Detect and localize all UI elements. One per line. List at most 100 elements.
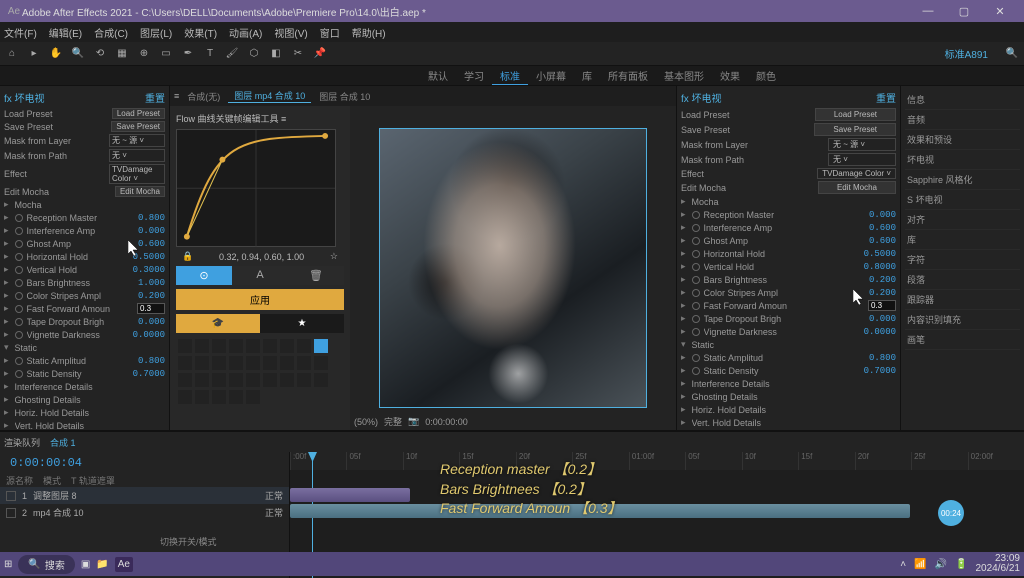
preset-button[interactable]: Load Preset — [112, 108, 165, 119]
preset-14[interactable] — [246, 356, 260, 370]
r-mocha-group[interactable]: Mocha — [692, 197, 896, 207]
param-value[interactable]: 0.800 — [138, 356, 165, 366]
param-value[interactable]: 0.200 — [138, 291, 165, 301]
ws-tab-6[interactable]: 基本图形 — [656, 66, 712, 85]
stopwatch-icon[interactable] — [15, 292, 23, 300]
zoom-level[interactable]: (50%) — [354, 417, 378, 427]
puppet-tool-icon[interactable]: 📌 — [312, 46, 328, 62]
dropdown[interactable]: TVDamage Color ˅ — [817, 168, 896, 179]
expand-icon[interactable]: ▸ — [681, 222, 686, 233]
stopwatch-icon[interactable] — [692, 328, 700, 336]
param-value[interactable]: 0.800 — [138, 213, 165, 223]
stopwatch-icon[interactable] — [692, 224, 700, 232]
expand-icon[interactable]: ▸ — [4, 264, 9, 275]
preset-21[interactable] — [212, 373, 226, 387]
stopwatch-icon[interactable] — [15, 214, 23, 222]
menu-window[interactable]: 窗口 — [320, 25, 340, 40]
layer-bar-1[interactable] — [290, 488, 410, 502]
hand-tool-icon[interactable]: ✋ — [48, 46, 64, 62]
expand-icon[interactable]: ▸ — [4, 251, 9, 262]
stopwatch-icon[interactable] — [692, 263, 700, 271]
stopwatch-icon[interactable] — [15, 279, 23, 287]
expand-icon[interactable]: ▸ — [681, 235, 686, 246]
l-detail-0[interactable]: ▸Interference Details — [4, 380, 165, 393]
panel-menu-icon[interactable]: ≡ — [174, 91, 179, 101]
param-input[interactable] — [868, 300, 896, 311]
expand-icon[interactable]: ▸ — [4, 381, 9, 392]
stopwatch-icon[interactable] — [692, 302, 700, 310]
dropdown[interactable]: 无 ~ 源 ˅ — [828, 138, 896, 151]
expand-icon[interactable]: ▸ — [4, 238, 9, 249]
param-value[interactable]: 0.000 — [869, 210, 896, 220]
minimize-button[interactable]: — — [910, 5, 946, 17]
param-value[interactable]: 0.200 — [869, 275, 896, 285]
eye-icon[interactable] — [6, 508, 16, 518]
menu-view[interactable]: 视图(V) — [274, 25, 307, 40]
stopwatch-icon[interactable] — [15, 253, 23, 261]
shape-tool-icon[interactable]: ▭ — [158, 46, 174, 62]
ec-reset[interactable]: 重置 — [145, 90, 165, 105]
param-value[interactable]: 0.600 — [138, 239, 165, 249]
side-section-11[interactable]: 内容识别填充 — [905, 310, 1020, 330]
expand-icon[interactable]: ▸ — [681, 404, 686, 415]
camera-icon[interactable]: 📷 — [408, 416, 419, 427]
roto-tool-icon[interactable]: ✂ — [290, 46, 306, 62]
curve-a-btn[interactable]: A — [232, 266, 288, 285]
preset-28[interactable] — [178, 390, 192, 404]
preset-23[interactable] — [246, 373, 260, 387]
param-value[interactable]: 0.8000 — [864, 262, 896, 272]
preset-19[interactable] — [178, 373, 192, 387]
stopwatch-icon[interactable] — [692, 276, 700, 284]
menu-layer[interactable]: 图层(L) — [140, 25, 172, 40]
static-group[interactable]: Static — [15, 343, 165, 353]
search-icon[interactable]: 🔍 — [1004, 46, 1020, 62]
preset-18[interactable] — [314, 356, 328, 370]
r-detail-3[interactable]: ▸Vert. Hold Details — [681, 416, 896, 429]
preset-13[interactable] — [229, 356, 243, 370]
side-section-0[interactable]: 信息 — [905, 90, 1020, 110]
stopwatch-icon[interactable] — [15, 370, 23, 378]
stopwatch-icon[interactable] — [15, 331, 23, 339]
expand-icon[interactable]: ▸ — [4, 277, 9, 288]
preset-star-icon[interactable]: ★ — [260, 314, 344, 333]
preset-4[interactable] — [229, 339, 243, 353]
expand-icon[interactable]: ▸ — [681, 274, 686, 285]
current-timecode[interactable]: 0:00:00:04 — [0, 452, 289, 474]
expand-icon[interactable]: ▸ — [681, 209, 686, 220]
tl-tab-1[interactable]: 合成 1 — [50, 436, 76, 449]
home-icon[interactable]: ⌂ — [4, 46, 20, 62]
preset-button[interactable]: Edit Mocha — [818, 181, 896, 194]
side-section-8[interactable]: 字符 — [905, 250, 1020, 270]
preset-24[interactable] — [263, 373, 277, 387]
mocha-group[interactable]: Mocha — [15, 200, 165, 210]
ws-tab-5[interactable]: 所有面板 — [600, 66, 656, 85]
param-value[interactable]: 0.3000 — [133, 265, 165, 275]
r-static-group[interactable]: Static — [692, 340, 896, 350]
preset-32[interactable] — [246, 390, 260, 404]
stopwatch-icon[interactable] — [692, 367, 700, 375]
side-section-12[interactable]: 画笔 — [905, 330, 1020, 350]
param-value[interactable]: 0.000 — [869, 314, 896, 324]
stopwatch-icon[interactable] — [692, 250, 700, 258]
expand-icon[interactable]: ▸ — [681, 417, 686, 428]
preset-30[interactable] — [212, 390, 226, 404]
r-reset[interactable]: 重置 — [876, 90, 896, 105]
param-value[interactable]: 0.5000 — [864, 249, 896, 259]
star-icon[interactable]: ☆ — [330, 251, 338, 262]
stopwatch-icon[interactable] — [15, 305, 23, 313]
param-value[interactable]: 0.7000 — [864, 366, 896, 376]
param-value[interactable]: 0.200 — [869, 288, 896, 298]
layer-row-1[interactable]: 1 调整图层 8 正常 — [0, 487, 289, 504]
preset-25[interactable] — [280, 373, 294, 387]
param-value[interactable]: 0.0000 — [133, 330, 165, 340]
preset-3[interactable] — [212, 339, 226, 353]
layer-mode[interactable]: 正常 — [265, 506, 283, 519]
ws-tab-4[interactable]: 库 — [574, 66, 600, 85]
preset-29[interactable] — [195, 390, 209, 404]
preset-5[interactable] — [246, 339, 260, 353]
r-detail-4[interactable]: ▸Bars Details — [681, 429, 896, 430]
preset-12[interactable] — [212, 356, 226, 370]
expand-icon[interactable]: ▸ — [4, 420, 9, 430]
side-section-2[interactable]: 效果和预设 — [905, 130, 1020, 150]
menu-help[interactable]: 帮助(H) — [352, 25, 386, 40]
